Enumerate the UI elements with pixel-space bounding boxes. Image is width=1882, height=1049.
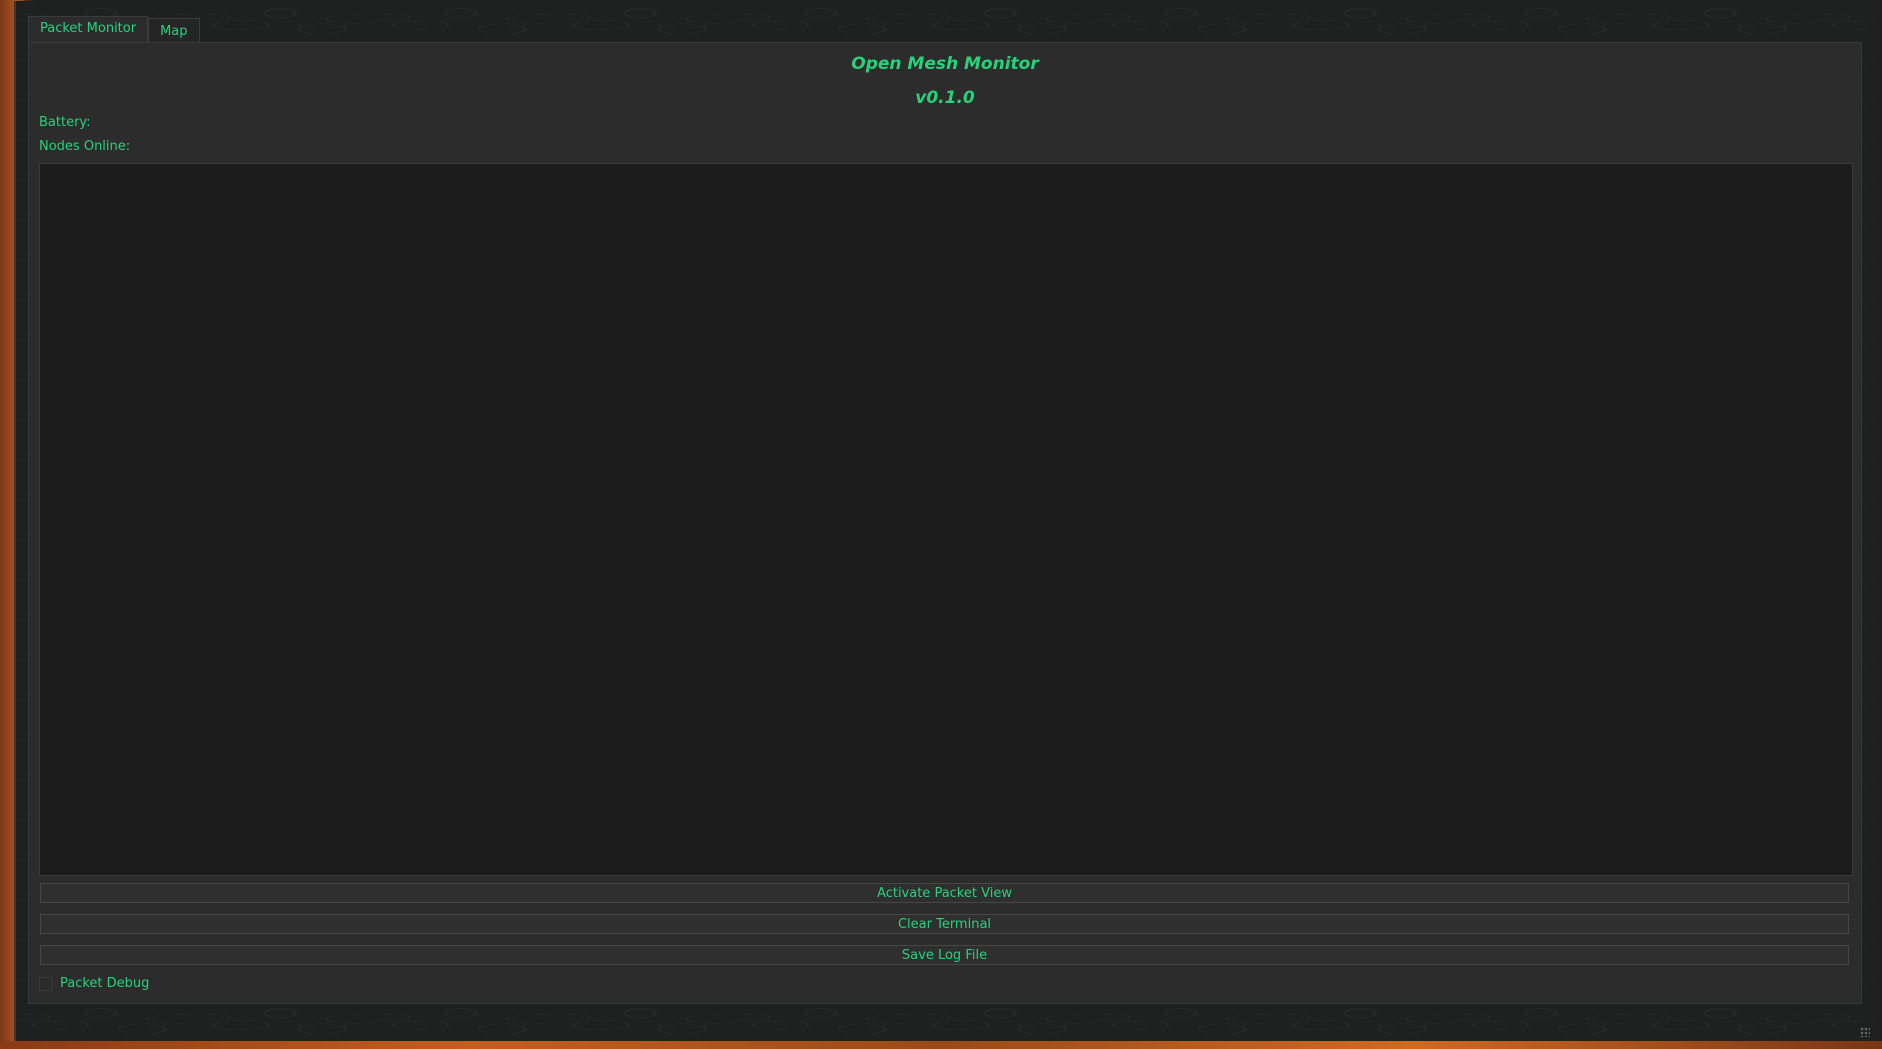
app-version: v0.1.0 [915, 88, 975, 108]
tab-bar: Packet Monitor Map [28, 16, 200, 42]
packet-debug-label: Packet Debug [60, 976, 150, 991]
packet-debug-row: Packet Debug [39, 976, 149, 991]
app-title: Open Mesh Monitor [851, 54, 1039, 74]
app-window: Packet Monitor Map Open Mesh Monitor v0.… [14, 1, 1874, 1041]
tab-packet-monitor[interactable]: Packet Monitor [28, 16, 149, 42]
packet-terminal[interactable] [39, 163, 1853, 876]
resize-grip-icon[interactable] [1860, 1027, 1870, 1037]
activate-packet-view-button[interactable]: Activate Packet View [40, 883, 1849, 903]
packet-debug-checkbox[interactable] [39, 976, 53, 991]
save-log-file-button[interactable]: Save Log File [40, 945, 1849, 965]
tab-map[interactable]: Map [148, 18, 200, 42]
packet-monitor-panel: Open Mesh Monitor v0.1.0 Battery: Nodes … [28, 42, 1862, 1004]
clear-terminal-button[interactable]: Clear Terminal [40, 914, 1849, 934]
nodes-online-label: Nodes Online: [39, 139, 131, 154]
desktop-background [0, 1041, 1882, 1049]
battery-label: Battery: [39, 115, 91, 130]
